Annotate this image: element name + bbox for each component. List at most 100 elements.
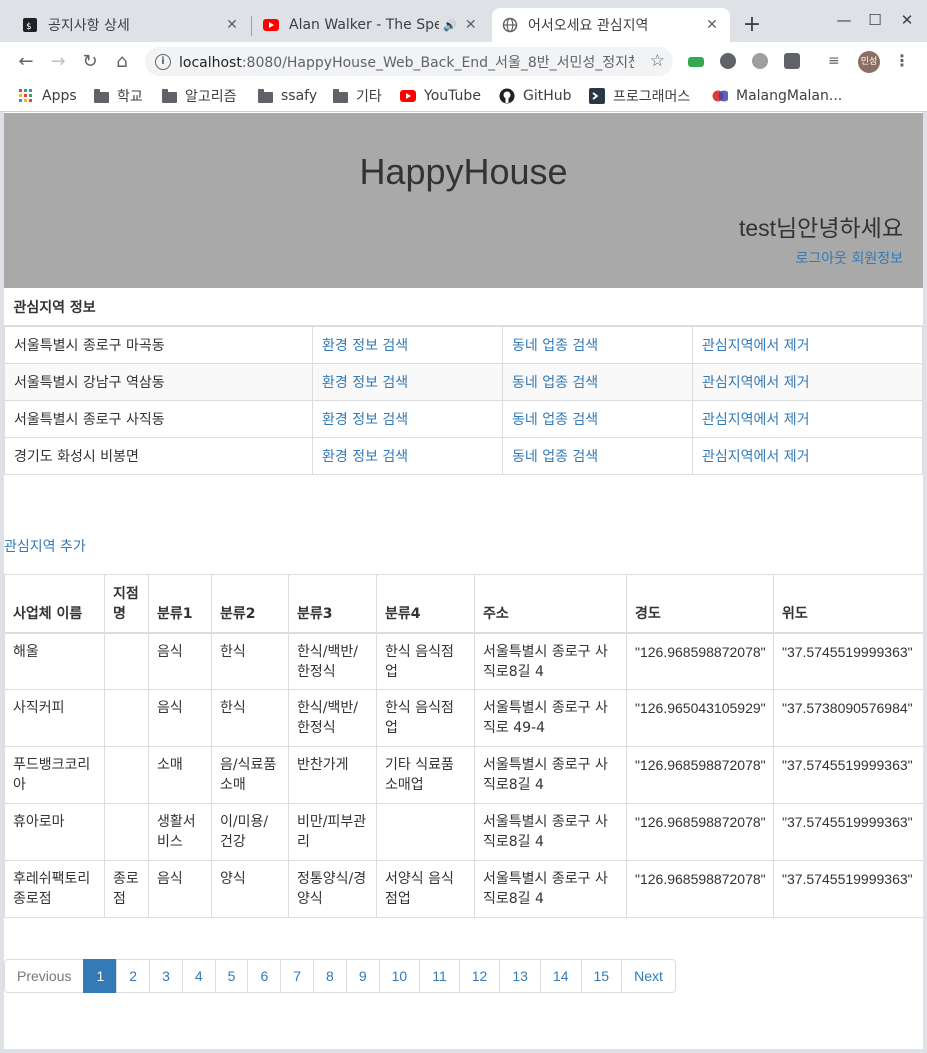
bookmark-github[interactable]: GitHub — [499, 85, 572, 107]
apps-grid-icon — [18, 88, 34, 104]
column-header: 위도 — [773, 574, 923, 634]
bookmark-youtube[interactable]: YouTube — [400, 85, 481, 107]
env-search-link[interactable]: 환경 정보 검색 — [322, 375, 408, 391]
category-1: 생활서비스 — [148, 803, 212, 861]
category-4 — [376, 803, 475, 861]
globe-icon — [502, 17, 518, 33]
reload-icon[interactable]: ↻ — [78, 49, 102, 73]
previous-page-button[interactable]: Previous — [4, 959, 85, 993]
latitude: "37.5738090576984" — [773, 689, 923, 747]
remove-favorite-link[interactable]: 관심지역에서 제거 — [702, 449, 810, 465]
new-tab-button[interactable]: + — [740, 14, 764, 38]
window-close-icon[interactable]: ✕ — [897, 10, 917, 30]
env-search-link[interactable]: 환경 정보 검색 — [322, 449, 408, 465]
tab-notice-detail[interactable]: $ 공지사항 상세 ✕ — [12, 8, 250, 42]
region-name: 서울특별시 종로구 마곡동 — [4, 325, 313, 364]
remove-favorite-link[interactable]: 관심지역에서 제거 — [702, 412, 810, 428]
pagination: Previous 1 2 3 4 5 6 7 8 9 10 11 12 13 1… — [4, 959, 676, 993]
table-row: 휴아로마 생활서비스 이/미용/건강 비만/피부관리 서울특별시 종로구 사직로… — [4, 803, 923, 861]
biz-search-link[interactable]: 동네 업종 검색 — [512, 412, 598, 428]
media-control-icon[interactable]: ≡ — [828, 53, 844, 69]
address-bar[interactable]: i localhost:8080/HappyHouse_Web_Back_End… — [145, 47, 673, 76]
category-4: 한식 음식점업 — [376, 632, 475, 690]
category-4: 서양식 음식점업 — [376, 860, 475, 918]
extension-octo-icon[interactable] — [720, 53, 736, 69]
business-name: 휴아로마 — [4, 803, 105, 861]
address: 서울특별시 종로구 사직로8길 4 — [474, 746, 627, 804]
env-search-link[interactable]: 환경 정보 검색 — [322, 338, 408, 354]
page-button-6[interactable]: 6 — [247, 959, 282, 993]
extension-ac-icon[interactable] — [688, 57, 704, 67]
page-button-1[interactable]: 1 — [83, 959, 118, 993]
extension-github-icon[interactable] — [752, 53, 768, 69]
page-button-9[interactable]: 9 — [345, 959, 380, 993]
header-links: 로그아웃 회원정보 — [795, 248, 903, 268]
bookmark-ssafy[interactable]: ssafy — [257, 85, 317, 107]
category-1: 음식 — [148, 860, 212, 918]
page-button-13[interactable]: 13 — [499, 959, 541, 993]
column-header: 경도 — [626, 574, 774, 634]
remove-favorite-link[interactable]: 관심지역에서 제거 — [702, 375, 810, 391]
category-3: 반찬가게 — [288, 746, 377, 804]
back-arrow-icon[interactable]: ← — [14, 49, 38, 73]
page-button-8[interactable]: 8 — [313, 959, 347, 993]
forward-arrow-icon[interactable]: → — [46, 49, 70, 73]
folder-icon — [257, 88, 273, 104]
info-icon[interactable]: i — [155, 53, 171, 70]
page-button-14[interactable]: 14 — [539, 959, 582, 993]
close-icon[interactable]: ✕ — [224, 17, 240, 33]
region-name: 경기도 화성시 비봉면 — [4, 436, 313, 475]
page-button-12[interactable]: 12 — [458, 959, 501, 993]
speaker-icon[interactable]: 🔊 — [443, 19, 457, 32]
tab-youtube[interactable]: Alan Walker - The Spec 🔊 ✕ — [253, 8, 491, 42]
bookmark-algorithm[interactable]: 알고리즘 — [161, 85, 237, 107]
page-button-4[interactable]: 4 — [181, 959, 216, 993]
favorite-region-table: 관심지역 정보 서울특별시 종로구 마곡동 환경 정보 검색 동네 업종 검색 … — [4, 288, 923, 475]
env-search-link[interactable]: 환경 정보 검색 — [322, 412, 408, 428]
category-3: 한식/백반/한정식 — [288, 689, 377, 747]
home-icon[interactable]: ⌂ — [110, 49, 134, 73]
bookmark-star-icon[interactable]: ☆ — [650, 51, 665, 71]
avatar[interactable]: 민성 — [858, 51, 880, 73]
menu-kebab-icon[interactable]: ⋮ — [894, 51, 910, 71]
business-name: 푸드뱅크코리아 — [4, 746, 105, 804]
close-icon[interactable]: ✕ — [704, 17, 720, 33]
business-name: 후레쉬팩토리 종로점 — [4, 860, 105, 918]
biz-search-link[interactable]: 동네 업종 검색 — [512, 449, 598, 465]
page-button-3[interactable]: 3 — [149, 959, 183, 993]
page-button-2[interactable]: 2 — [116, 959, 151, 993]
github-icon — [499, 88, 515, 104]
page-button-7[interactable]: 7 — [280, 959, 315, 993]
minimize-icon[interactable]: — — [834, 10, 854, 30]
page-button-5[interactable]: 5 — [214, 959, 249, 993]
page-button-11[interactable]: 11 — [419, 959, 460, 993]
biz-search-link[interactable]: 동네 업종 검색 — [512, 375, 598, 391]
member-info-link[interactable]: 회원정보 — [851, 251, 903, 267]
bookmark-malang[interactable]: MalangMalan... — [712, 85, 842, 107]
malang-icon — [712, 88, 728, 104]
url-text[interactable]: localhost:8080/HappyHouse_Web_Back_End_서… — [179, 52, 634, 72]
extension-reader-icon[interactable] — [784, 53, 800, 69]
bookmark-label: YouTube — [424, 88, 481, 104]
window-frame — [0, 1049, 927, 1053]
remove-favorite-link[interactable]: 관심지역에서 제거 — [702, 338, 810, 354]
table-row: 후레쉬팩토리 종로점 종로점 음식 양식 정통양식/경양식 서양식 음식점업 서… — [4, 860, 923, 918]
close-icon[interactable]: ✕ — [463, 17, 479, 33]
bookmark-programmers[interactable]: 프로그래머스 — [589, 85, 690, 107]
page-button-10[interactable]: 10 — [378, 959, 421, 993]
biz-search-link[interactable]: 동네 업종 검색 — [512, 338, 598, 354]
bookmark-school[interactable]: 학교 — [93, 85, 143, 107]
page-button-15[interactable]: 15 — [580, 959, 623, 993]
bookmark-apps[interactable]: Apps — [18, 85, 77, 107]
latitude: "37.5745519999363" — [773, 803, 923, 861]
next-page-button[interactable]: Next — [621, 959, 676, 993]
maximize-icon[interactable]: ☐ — [865, 10, 885, 30]
category-3: 정통양식/경양식 — [288, 860, 377, 918]
logout-link[interactable]: 로그아웃 — [795, 251, 847, 267]
category-3: 비만/피부관리 — [288, 803, 377, 861]
latitude: "37.5745519999363" — [773, 746, 923, 804]
tab-favorite-region[interactable]: 어서오세요 관심지역 ✕ — [492, 8, 730, 42]
bookmark-label: MalangMalan... — [736, 88, 843, 104]
add-favorite-link[interactable]: 관심지역 추가 — [4, 536, 86, 556]
bookmark-etc[interactable]: 기타 — [332, 85, 382, 107]
